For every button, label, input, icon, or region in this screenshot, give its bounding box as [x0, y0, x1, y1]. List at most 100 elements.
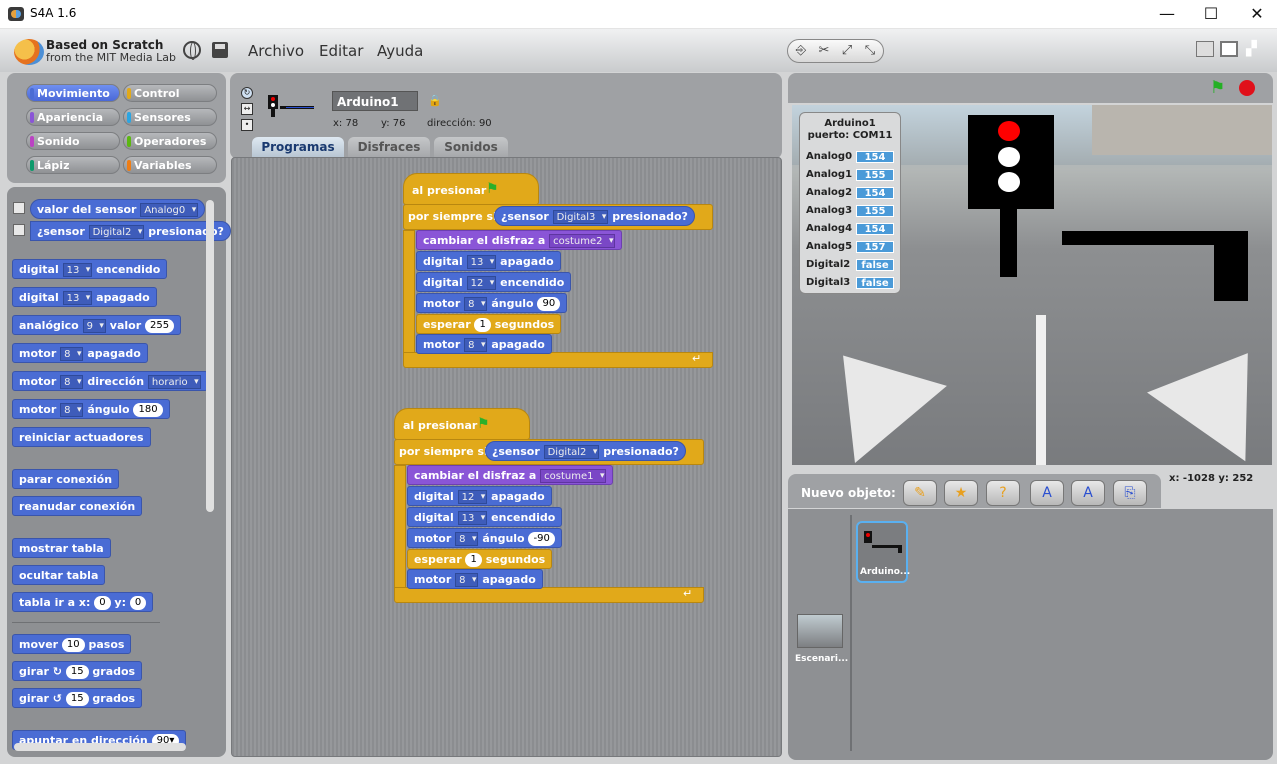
category-movimiento[interactable]: Movimiento: [26, 84, 120, 102]
script1-motor-angle[interactable]: motor 8 ángulo 90: [416, 293, 568, 313]
language-globe-icon[interactable]: [183, 41, 201, 60]
barrier-post: [1214, 231, 1248, 301]
sensor-value-checkbox[interactable]: [13, 202, 25, 214]
script1-sensor-condition[interactable]: ¿sensor Digital3 presionado?: [494, 206, 695, 226]
block-sensor-pressed[interactable]: ¿sensor Digital2 presionado?: [30, 221, 231, 241]
sensor-label: Analog1: [806, 169, 853, 180]
small-stage-icon[interactable]: [1196, 41, 1214, 57]
block-resume-connection[interactable]: reanudar conexión: [12, 496, 143, 516]
block-stop-connection[interactable]: parar conexión: [12, 469, 120, 489]
category-label: Sonido: [37, 135, 80, 148]
board-port: puerto: COM11: [807, 130, 893, 141]
duplicate-stamp-icon[interactable]: ⎆: [792, 42, 810, 60]
app-icon: [8, 7, 24, 21]
script2-wait[interactable]: esperar 1 segundos: [407, 549, 553, 569]
green-flag-icon: ⚑: [486, 181, 499, 197]
road-arrow-left: [797, 316, 947, 464]
mouse-coordinates: x: -1028 y: 252: [1163, 469, 1273, 491]
script1-digital-12-on[interactable]: digital 12 encendido: [416, 272, 572, 292]
paint-sprite-icon[interactable]: ✎: [903, 480, 937, 506]
presentation-mode-icon[interactable]: ▞: [1246, 41, 1264, 57]
lock-icon[interactable]: 🔒: [428, 94, 442, 107]
delete-scissors-icon[interactable]: ✂: [815, 42, 833, 60]
rotate-style-icon[interactable]: ↻: [241, 87, 253, 99]
close-button[interactable]: ✕: [1242, 3, 1272, 25]
green-flag-icon[interactable]: ⚑: [1210, 78, 1225, 98]
minimize-button[interactable]: —: [1152, 3, 1182, 25]
block-reset-actuators[interactable]: reiniciar actuadores: [12, 427, 151, 447]
block-motor-direction[interactable]: motor 8 dirección horario: [12, 371, 208, 391]
sensor-value: false: [856, 277, 894, 289]
script1-switch-costume[interactable]: cambiar el disfraz a costume2: [416, 230, 623, 250]
script1-digital-13-off[interactable]: digital 13 apagado: [416, 251, 561, 271]
arduino-sensor-board[interactable]: Arduino1 puerto: COM11 Analog0 154 Analog…: [799, 112, 901, 294]
maximize-button[interactable]: ☐: [1196, 3, 1226, 25]
script2-sensor-condition[interactable]: ¿sensor Digital2 presionado?: [485, 441, 686, 461]
category-apariencia[interactable]: Apariencia: [26, 108, 120, 126]
block-digital-on[interactable]: digital 13 encendido: [12, 259, 168, 279]
block-show-table[interactable]: mostrar tabla: [12, 538, 111, 558]
category-control[interactable]: Control: [123, 84, 217, 102]
stage-header: [788, 73, 1273, 103]
choose-sprite-icon[interactable]: ★: [944, 480, 978, 506]
block-hide-table[interactable]: ocultar tabla: [12, 565, 106, 585]
window-titlebar: [0, 0, 1277, 29]
category-variables[interactable]: Variables: [123, 156, 217, 174]
tab-programas[interactable]: Programas: [252, 137, 344, 157]
script2-digital-12-off[interactable]: digital 12 apagado: [407, 486, 552, 506]
script2-motor-off[interactable]: motor 8 apagado: [407, 569, 543, 589]
block-motor-off[interactable]: motor 8 apagado: [12, 343, 148, 363]
normal-stage-icon[interactable]: [1220, 41, 1238, 57]
category-label: Movimiento: [37, 87, 110, 100]
category-sensores[interactable]: Sensores: [123, 108, 217, 126]
block-turn-counterclockwise[interactable]: girar ↺ 15 grados: [12, 688, 143, 708]
menu-archivo[interactable]: Archivo: [248, 42, 304, 60]
sensor-value: 155: [856, 169, 894, 181]
tab-disfraces[interactable]: Disfraces: [348, 137, 430, 157]
sensor-pressed-checkbox[interactable]: [13, 224, 25, 236]
logo-title: Based on Scratch: [46, 38, 164, 52]
green-light-off: [998, 172, 1020, 192]
category-sonido[interactable]: Sonido: [26, 132, 120, 150]
block-move[interactable]: mover 10 pasos: [12, 634, 132, 654]
palette-horizontal-scrollbar[interactable]: [14, 743, 186, 751]
category-lapiz[interactable]: Lápiz: [26, 156, 120, 174]
block-digital-off[interactable]: digital 13 apagado: [12, 287, 157, 307]
stop-sign-icon[interactable]: [1239, 80, 1255, 96]
menu-editar[interactable]: Editar: [319, 42, 363, 60]
palette-divider: [12, 622, 160, 623]
arduino-board-icon[interactable]: A: [1030, 480, 1064, 506]
shrink-icon[interactable]: ⤡: [861, 42, 879, 60]
no-rotate-icon[interactable]: •: [241, 119, 253, 131]
sprite-item-arduino1[interactable]: Arduino...: [856, 521, 911, 583]
surprise-sprite-icon[interactable]: ?: [986, 480, 1020, 506]
script1-wait[interactable]: esperar 1 segundos: [416, 314, 562, 334]
sensor-value: 155: [856, 205, 894, 217]
sprite-name-field[interactable]: Arduino1: [332, 91, 418, 111]
stage-thumbnail[interactable]: [797, 614, 843, 648]
sprite-name-label: Arduino...: [860, 567, 911, 577]
arduino-import-icon[interactable]: ⎘: [1113, 480, 1147, 506]
menu-ayuda[interactable]: Ayuda: [377, 42, 423, 60]
script2-digital-13-on[interactable]: digital 13 encendido: [407, 507, 563, 527]
sensor-value: false: [856, 259, 894, 271]
grow-icon[interactable]: ⤢: [838, 42, 856, 60]
sprite-direction: dirección: 90: [427, 118, 492, 129]
palette-vertical-scrollbar[interactable]: [206, 200, 214, 512]
script1-motor-off[interactable]: motor 8 apagado: [416, 334, 552, 354]
block-analog[interactable]: analógico 9 valor 255: [12, 315, 182, 335]
sensor-label: Analog0: [806, 151, 853, 162]
script2-motor-angle[interactable]: motor 8 ángulo -90: [407, 528, 562, 548]
arduino-edit-icon[interactable]: A: [1071, 480, 1105, 506]
block-motor-angle[interactable]: motor 8 ángulo 180: [12, 399, 170, 419]
category-label: Sensores: [134, 111, 191, 124]
flip-style-icon[interactable]: ↔: [241, 103, 253, 115]
block-turn-clockwise[interactable]: girar ↻ 15 grados: [12, 661, 143, 681]
block-table-goto[interactable]: tabla ir a x: 0 y: 0: [12, 592, 154, 612]
script2-switch-costume[interactable]: cambiar el disfraz a costume1: [407, 465, 614, 485]
tab-sonidos[interactable]: Sonidos: [434, 137, 508, 157]
board-title: Arduino1: [824, 118, 876, 129]
block-sensor-value[interactable]: valor del sensor Analog0: [30, 199, 206, 219]
save-disk-icon[interactable]: [212, 42, 228, 58]
category-operadores[interactable]: Operadores: [123, 132, 217, 150]
